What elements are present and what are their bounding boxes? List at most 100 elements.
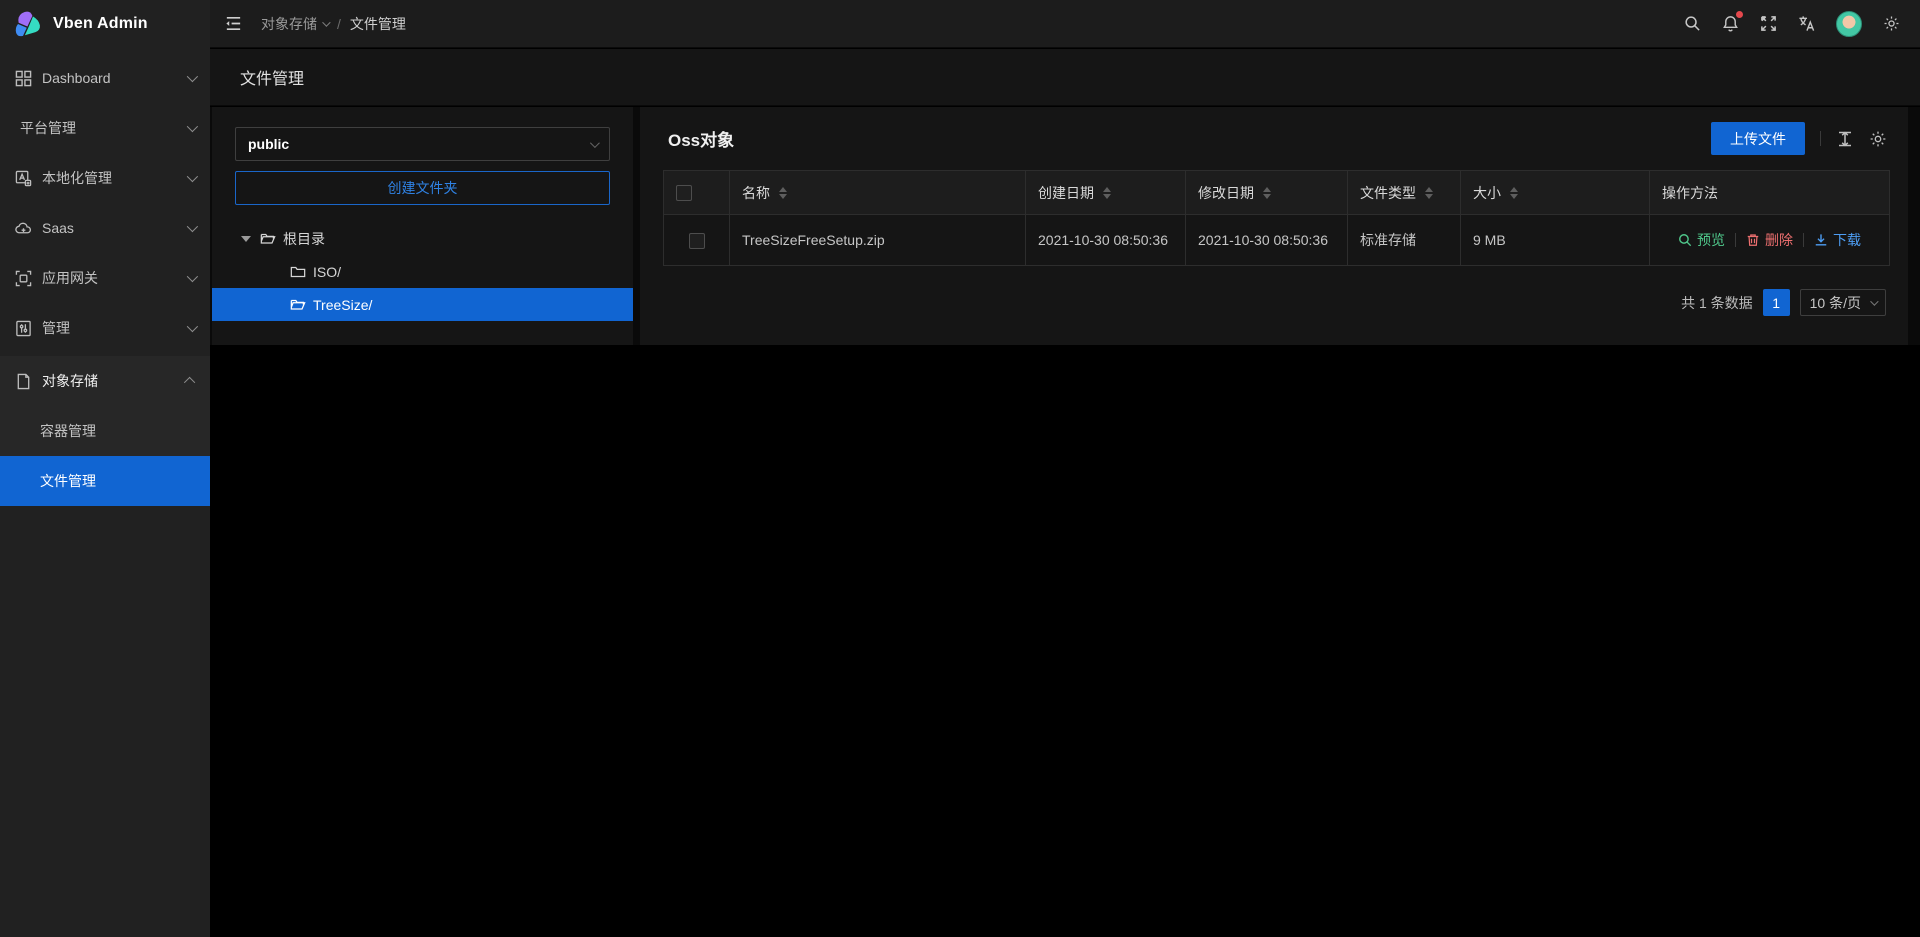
menu-label: 管理 xyxy=(42,318,70,338)
upload-file-label: 上传文件 xyxy=(1730,129,1786,149)
cell-type: 标准存储 xyxy=(1348,215,1461,266)
control-panel-icon xyxy=(15,320,32,337)
pagination-page-1[interactable]: 1 xyxy=(1763,289,1790,316)
sort-icon xyxy=(1510,187,1518,199)
menu-label: 对象存储 xyxy=(42,371,98,391)
oss-toolbar: Oss对象 上传文件 xyxy=(640,107,1908,170)
cell-size: 9 MB xyxy=(1461,215,1650,266)
menu-item-platform[interactable]: 平台管理 xyxy=(0,106,210,150)
submenu-item-file-management[interactable]: 文件管理 xyxy=(0,456,210,506)
menu-label: 本地化管理 xyxy=(42,168,112,188)
column-header-type[interactable]: 文件类型 xyxy=(1360,183,1448,203)
oss-title: Oss对象 xyxy=(668,126,734,151)
page-title-bar: 文件管理 xyxy=(210,49,1920,106)
table-header-row: 名称 创建日期 修改日期 文件类型 xyxy=(664,171,1890,215)
upload-file-button[interactable]: 上传文件 xyxy=(1711,122,1805,155)
column-settings-gear-icon[interactable] xyxy=(1869,130,1887,148)
action-divider xyxy=(1735,233,1736,247)
menu-fold-icon[interactable] xyxy=(224,14,243,33)
submenu-label: 容器管理 xyxy=(40,421,96,441)
tree-node-treesize[interactable]: TreeSize/ xyxy=(212,288,633,321)
submenu-object-storage: 对象存储 容器管理 文件管理 xyxy=(0,356,210,506)
sort-icon xyxy=(1103,187,1111,199)
table-row[interactable]: TreeSizeFreeSetup.zip 2021-10-30 08:50:3… xyxy=(664,215,1890,266)
chevron-down-icon xyxy=(187,121,198,132)
header-actions xyxy=(1684,11,1920,37)
sort-icon xyxy=(1263,187,1271,199)
delete-action[interactable]: 删除 xyxy=(1746,230,1793,250)
download-action[interactable]: 下载 xyxy=(1814,230,1861,250)
chevron-down-icon xyxy=(1870,297,1878,305)
create-folder-button[interactable]: 创建文件夹 xyxy=(235,171,610,205)
page-size-select[interactable]: 10 条/页 xyxy=(1800,289,1886,316)
folder-open-icon xyxy=(290,297,306,313)
toolbar-divider xyxy=(1820,131,1821,146)
column-label: 创建日期 xyxy=(1038,183,1094,203)
app-logo[interactable]: Vben Admin xyxy=(0,0,210,48)
download-label: 下载 xyxy=(1833,230,1861,250)
search-icon[interactable] xyxy=(1684,15,1701,32)
column-label: 修改日期 xyxy=(1198,183,1254,203)
select-all-checkbox[interactable] xyxy=(676,185,692,201)
sidebar: Vben Admin Dashboard 平台管理 本地化管理 xyxy=(0,0,210,937)
breadcrumb-parent-label: 对象存储 xyxy=(261,14,317,34)
page-size-value: 10 条/页 xyxy=(1810,293,1861,313)
file-icon xyxy=(15,373,32,390)
cell-modified: 2021-10-30 08:50:36 xyxy=(1186,215,1348,266)
row-height-icon[interactable] xyxy=(1836,130,1854,148)
submenu-item-container-management[interactable]: 容器管理 xyxy=(0,406,210,456)
folder-open-icon xyxy=(260,231,276,247)
user-avatar[interactable] xyxy=(1836,11,1862,37)
column-header-name[interactable]: 名称 xyxy=(742,183,1013,203)
tree-node-label: 根目录 xyxy=(283,229,325,249)
menu-item-gateway[interactable]: 应用网关 xyxy=(0,256,210,300)
row-actions: 预览 删除 xyxy=(1662,230,1877,250)
translate-icon[interactable] xyxy=(1798,15,1815,32)
notification-bell-icon[interactable] xyxy=(1722,15,1739,32)
chevron-up-icon xyxy=(184,377,195,388)
column-header-modified[interactable]: 修改日期 xyxy=(1198,183,1335,203)
submenu-label: 文件管理 xyxy=(40,471,96,491)
table-toolbar-actions: 上传文件 xyxy=(1711,122,1887,155)
cell-name: TreeSizeFreeSetup.zip xyxy=(730,215,1026,266)
page-title: 文件管理 xyxy=(240,65,304,89)
tree-node-label: TreeSize/ xyxy=(313,297,372,313)
menu-item-management[interactable]: 管理 xyxy=(0,306,210,350)
column-header-created[interactable]: 创建日期 xyxy=(1038,183,1173,203)
fullscreen-icon[interactable] xyxy=(1760,15,1777,32)
column-header-size[interactable]: 大小 xyxy=(1473,183,1637,203)
column-label: 文件类型 xyxy=(1360,183,1416,203)
action-divider xyxy=(1803,233,1804,247)
menu-item-dashboard[interactable]: Dashboard xyxy=(0,56,210,100)
oss-panel: Oss对象 上传文件 xyxy=(640,107,1908,345)
folder-tree: 根目录 ISO/ TreeSize/ xyxy=(235,222,610,321)
notification-dot xyxy=(1736,11,1743,18)
menu-item-object-storage[interactable]: 对象存储 xyxy=(0,356,210,406)
menu-item-localization[interactable]: 本地化管理 xyxy=(0,156,210,200)
folder-icon xyxy=(290,264,306,280)
tree-node-root[interactable]: 根目录 xyxy=(235,222,610,255)
sort-icon xyxy=(1425,187,1433,199)
bucket-tree-panel: public 创建文件夹 根目录 ISO/ xyxy=(212,107,633,345)
preview-action[interactable]: 预览 xyxy=(1678,230,1725,250)
preview-label: 预览 xyxy=(1697,230,1725,250)
oss-table: 名称 创建日期 修改日期 文件类型 xyxy=(663,170,1890,266)
pagination: 共 1 条数据 1 10 条/页 xyxy=(1681,289,1886,316)
localization-icon xyxy=(15,170,32,187)
breadcrumb-parent[interactable]: 对象存储 xyxy=(261,14,328,34)
trash-icon xyxy=(1746,233,1760,247)
app-title: Vben Admin xyxy=(53,15,148,33)
download-icon xyxy=(1814,233,1828,247)
breadcrumb-current[interactable]: 文件管理 xyxy=(350,14,406,34)
delete-label: 删除 xyxy=(1765,230,1793,250)
row-checkbox[interactable] xyxy=(689,233,705,249)
menu-item-saas[interactable]: Saas xyxy=(0,206,210,250)
tree-node-iso[interactable]: ISO/ xyxy=(235,255,610,288)
bucket-select[interactable]: public xyxy=(235,127,610,161)
breadcrumb-separator: / xyxy=(337,16,341,32)
cell-created: 2021-10-30 08:50:36 xyxy=(1026,215,1186,266)
caret-down-icon[interactable] xyxy=(241,236,251,242)
settings-gear-icon[interactable] xyxy=(1883,15,1900,32)
pagination-total: 共 1 条数据 xyxy=(1681,293,1753,313)
tree-node-label: ISO/ xyxy=(313,264,341,280)
